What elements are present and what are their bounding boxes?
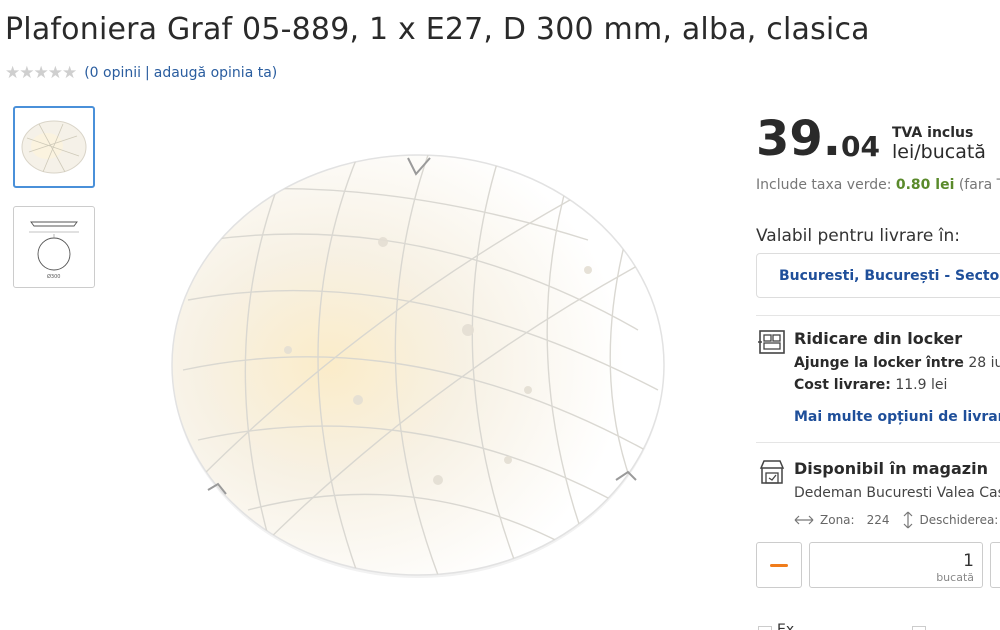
divider [756, 315, 1000, 316]
more-delivery-options-label: Mai multe opțiuni de livrare [794, 409, 1000, 425]
page-title: Plafoniera Graf 05-889, 1 x E27, D 300 m… [5, 12, 870, 47]
rating-separator: | [145, 65, 150, 81]
delivery-location: Bucuresti, București - Sector 6 [779, 267, 1000, 284]
more-delivery-options-link[interactable]: Mai multe opțiuni de livrare [794, 409, 1000, 425]
rating-stars: ★★★★★ [5, 63, 77, 83]
reviews-link[interactable]: (0 opinii [84, 65, 141, 81]
opening-label: Deschiderea: [919, 513, 999, 527]
locker-cost-value: 11.9 lei [895, 377, 948, 393]
checkbox[interactable] [912, 626, 926, 630]
locker-title: Ridicare din locker [794, 329, 963, 348]
quantity-value: 1 [963, 551, 974, 571]
price-decimals: 04 [841, 130, 880, 163]
eco-tax-prefix: Include taxa verde: [756, 177, 892, 193]
locker-icon [758, 330, 785, 354]
store-icon [759, 460, 785, 484]
add-review-link[interactable]: adaugă opinia ta) [154, 65, 278, 81]
locker-arrival: Ajunge la locker între 28 iul și 30 [794, 355, 1000, 371]
price-integer: 39. [756, 111, 842, 167]
height-arrows-icon [904, 511, 913, 529]
divider [756, 442, 1000, 443]
rating-row: ★★★★★ (0 opinii | adaugă opinia ta) [5, 63, 277, 83]
unit-label: lei/bucată [892, 141, 986, 163]
store-title: Disponibil în magazin [794, 459, 988, 478]
bottom-option-label: Ex [777, 622, 795, 630]
price-block: 39. 04 TVA inclus lei/bucată [756, 110, 986, 168]
locker-arrival-value: 28 iul și 30 [968, 355, 1000, 371]
zone-label: Zona: [820, 513, 855, 527]
drawing-dimension-label: Ø300 [47, 273, 60, 280]
delivery-label: Valabil pentru livrare în: [756, 226, 960, 246]
minus-icon [770, 563, 788, 567]
zone-value: 224 [866, 513, 890, 527]
width-arrows-icon [794, 515, 814, 525]
eco-tax-suffix: (fara TVA) [958, 177, 1000, 193]
lamp-thumb-icon [21, 120, 87, 174]
price-unit: TVA inclus lei/bucată [892, 124, 986, 162]
checkbox[interactable] [758, 626, 772, 630]
eco-tax: Include taxa verde: 0.80 lei (fara TVA) [756, 177, 1000, 193]
locker-cost: Cost livrare: 11.9 lei [794, 377, 947, 393]
delivery-location-selector[interactable]: Bucuresti, București - Sector 6 [756, 253, 1000, 298]
thumbnail-photo[interactable] [13, 106, 95, 188]
store-meta: Zona: 224 Deschiderea: 2 [794, 511, 1000, 529]
increase-quantity-button[interactable] [990, 542, 1000, 588]
quantity-input[interactable]: 1 bucată [809, 542, 983, 588]
technical-drawing-icon: Ø300 [29, 221, 79, 280]
locker-cost-label: Cost livrare: [794, 377, 891, 393]
product-main-image[interactable] [168, 150, 670, 580]
locker-arrival-label: Ajunge la locker între [794, 355, 964, 371]
store-name[interactable]: Dedeman Bucuresti Valea Cascad [794, 485, 1000, 501]
thumbnail-drawing[interactable]: Ø300 [13, 206, 95, 288]
decrease-quantity-button[interactable] [756, 542, 802, 588]
quantity-unit: bucată [936, 571, 974, 584]
eco-tax-amount: 0.80 lei [895, 177, 955, 193]
